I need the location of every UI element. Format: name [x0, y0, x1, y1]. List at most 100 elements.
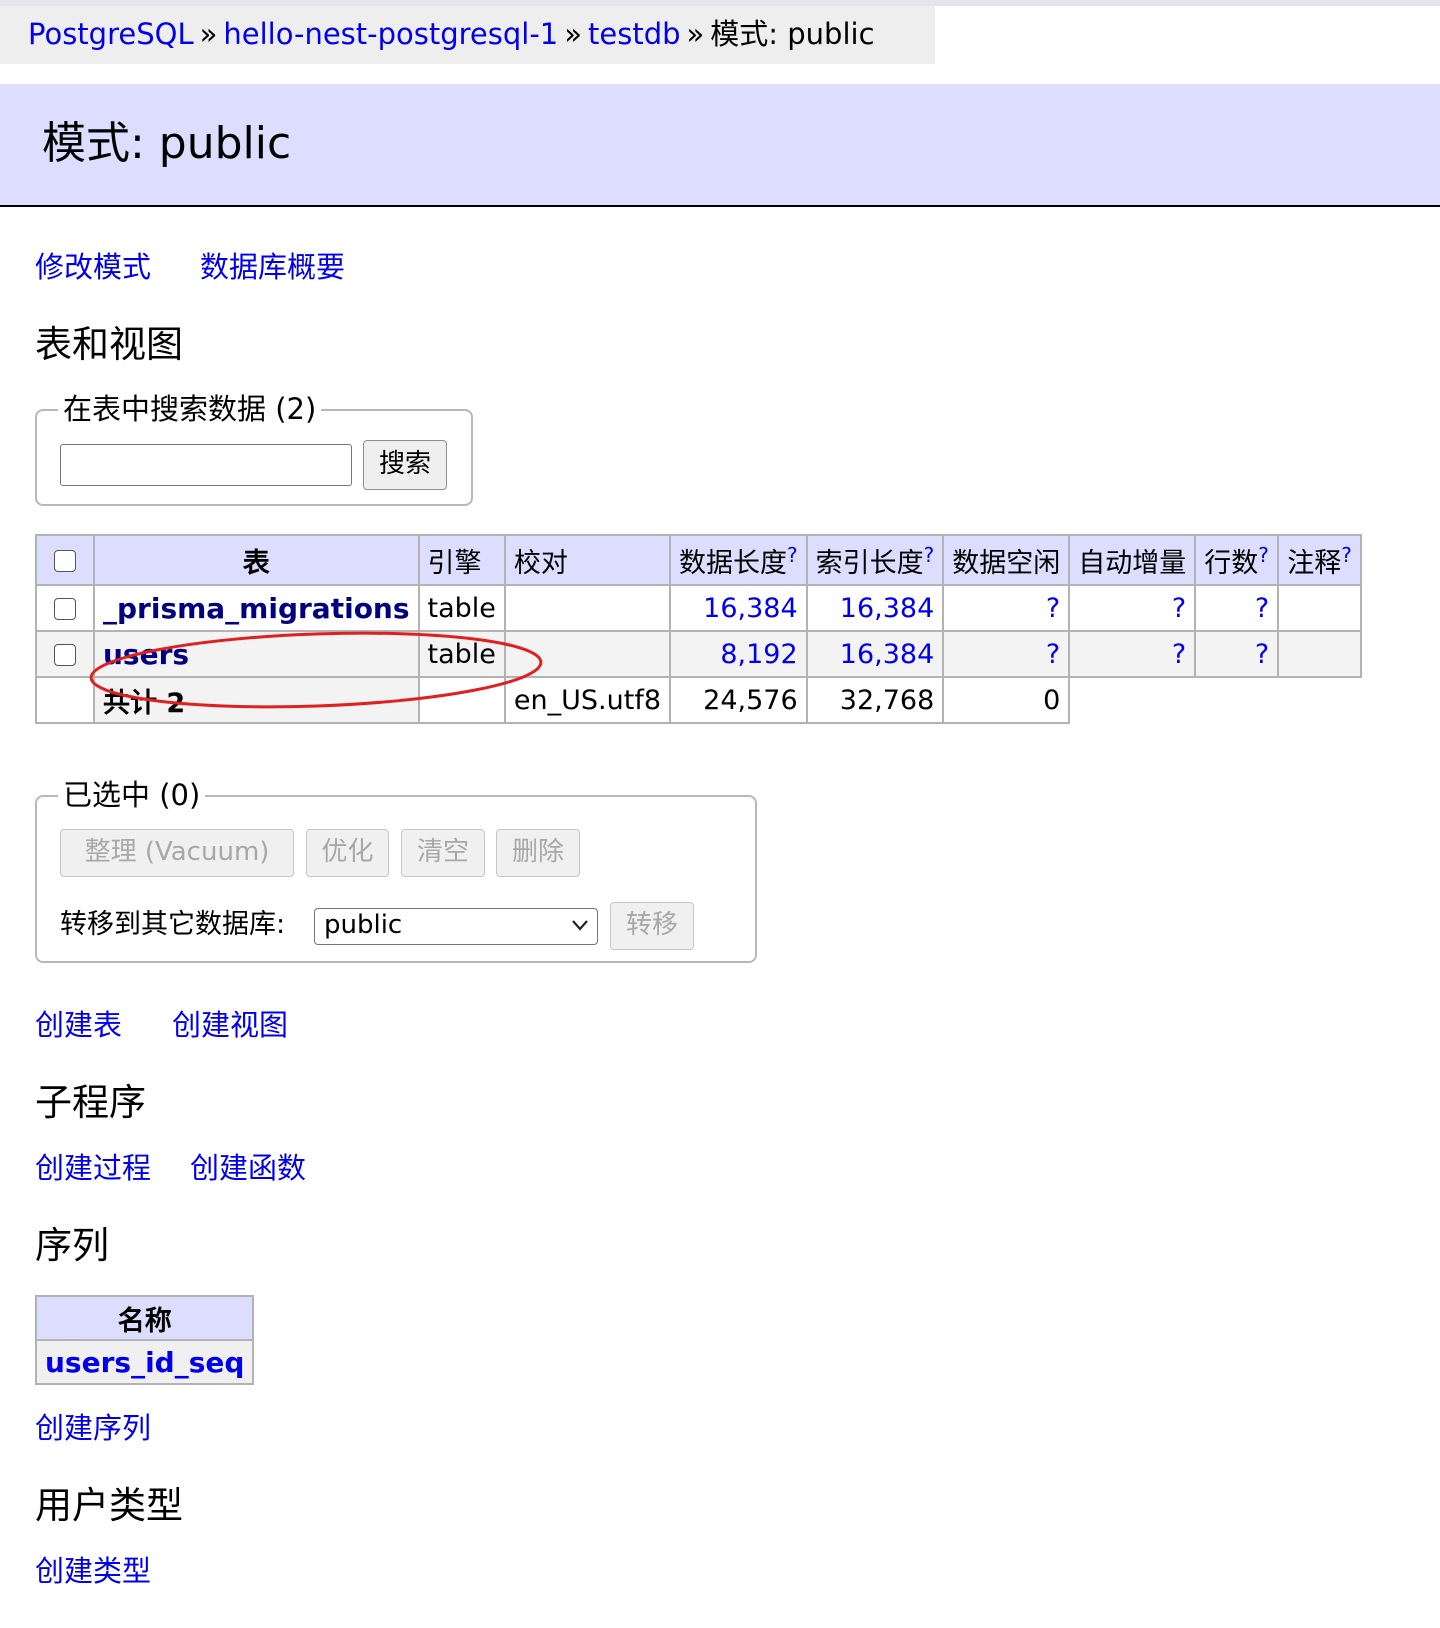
index-length-help-link[interactable]: ?: [924, 543, 935, 567]
move-database-value: public: [324, 910, 403, 940]
vacuum-button[interactable]: 整理 (Vacuum): [60, 829, 294, 877]
rows-link[interactable]: ?: [1255, 639, 1269, 670]
breadcrumb-separator: »: [564, 17, 583, 51]
rows-label: 行数: [1204, 547, 1259, 579]
table-row: _prisma_migrations table 16,384 16,384 ?…: [35, 584, 1363, 632]
create-sequence-link[interactable]: 创建序列: [35, 1408, 151, 1448]
total-label-cell: 共计 2: [93, 676, 420, 724]
column-header-table: 表: [93, 534, 420, 586]
auto-increment-cell: ?: [1068, 630, 1197, 678]
breadcrumb: PostgreSQL» hello-nest-postgresql-1» testd…: [0, 6, 935, 64]
rows-help-link[interactable]: ?: [1258, 543, 1269, 567]
index-length-label: 索引长度: [815, 547, 924, 579]
data-length-help-link[interactable]: ?: [787, 543, 798, 567]
table-name-link[interactable]: _prisma_migrations: [103, 592, 410, 625]
search-input[interactable]: [60, 444, 352, 486]
comment-help-link[interactable]: ?: [1341, 543, 1352, 567]
table-row: users table 8,192 16,384 ? ? ?: [35, 630, 1363, 678]
rows-link[interactable]: ?: [1255, 593, 1269, 624]
search-legend: 在表中搜索数据 (2): [58, 391, 322, 427]
title-bar: 模式: public: [0, 84, 1440, 207]
select-all-checkbox[interactable]: [54, 550, 76, 572]
total-empty-cell: [1278, 677, 1362, 723]
data-free-cell: ?: [942, 630, 1071, 678]
move-label: 转移到其它数据库:: [60, 909, 286, 940]
comment-label: 注释: [1287, 547, 1342, 579]
index-length-link[interactable]: 16,384: [840, 639, 934, 670]
search-button[interactable]: 搜索: [363, 440, 447, 490]
engine-cell: table: [417, 584, 506, 632]
sequence-name-link[interactable]: users_id_seq: [45, 1346, 244, 1379]
total-row: 共计 2 en_US.utf8 24,576 32,768 0: [35, 676, 1362, 724]
index-length-cell: 16,384: [805, 584, 945, 632]
table-name-cell: _prisma_migrations: [93, 584, 420, 632]
selected-legend: 已选中 (0): [58, 777, 206, 813]
user-types-heading: 用户类型: [35, 1484, 183, 1527]
breadcrumb-link-host[interactable]: hello-nest-postgresql-1: [223, 17, 558, 51]
column-header-data-free: 数据空闲: [942, 534, 1071, 586]
row-checkbox[interactable]: [54, 598, 76, 620]
rows-cell: ?: [1194, 630, 1280, 678]
create-function-link[interactable]: 创建函数: [190, 1148, 306, 1188]
sequences-table: 名称 users_id_seq: [34, 1295, 255, 1385]
total-label: 共计: [103, 687, 157, 719]
chevron-down-icon: [572, 920, 588, 931]
create-table-link[interactable]: 创建表: [35, 1005, 122, 1045]
data-free-link[interactable]: ?: [1046, 593, 1060, 624]
tables-heading: 表和视图: [35, 323, 183, 366]
row-checkbox-cell: [35, 630, 95, 678]
data-free-cell: ?: [942, 584, 1071, 632]
tables-table: 表 引擎 校对 数据长度? 索引长度? 数据空闲 自动增量 行数? 注释? _p…: [35, 534, 1363, 724]
move-database-select[interactable]: public: [314, 908, 598, 945]
create-view-link[interactable]: 创建视图: [172, 1005, 288, 1045]
data-free-link[interactable]: ?: [1046, 639, 1060, 670]
index-length-cell: 16,384: [805, 630, 945, 678]
truncate-button[interactable]: 清空: [401, 829, 485, 877]
comment-cell: [1277, 630, 1363, 678]
data-length-cell: 8,192: [669, 630, 808, 678]
data-length-link[interactable]: 16,384: [703, 593, 797, 624]
collation-cell: [503, 630, 672, 678]
column-header-comment: 注释?: [1277, 534, 1363, 586]
data-length-link[interactable]: 8,192: [720, 639, 797, 670]
total-blank-cell: [35, 676, 95, 724]
comment-cell: [1277, 584, 1363, 632]
total-count: 2: [166, 687, 186, 719]
auto-increment-link[interactable]: ?: [1172, 593, 1186, 624]
column-header-data-length: 数据长度?: [669, 534, 808, 586]
total-data-length-cell: 24,576: [669, 676, 808, 724]
select-all-cell: [35, 534, 95, 586]
database-schema-link[interactable]: 数据库概要: [200, 247, 345, 287]
auto-increment-cell: ?: [1068, 584, 1197, 632]
create-procedure-link[interactable]: 创建过程: [35, 1148, 151, 1188]
sequences-heading: 序列: [35, 1224, 109, 1267]
total-engine-cell: [417, 676, 506, 724]
row-checkbox-cell: [35, 584, 95, 632]
total-index-length-cell: 32,768: [805, 676, 945, 724]
data-length-cell: 16,384: [669, 584, 808, 632]
sequence-name-cell: users_id_seq: [34, 1339, 255, 1385]
sequence-row: users_id_seq: [34, 1339, 255, 1385]
column-header-rows: 行数?: [1194, 534, 1280, 586]
breadcrumb-separator: »: [686, 17, 705, 51]
row-checkbox[interactable]: [54, 644, 76, 666]
data-length-label: 数据长度: [679, 547, 788, 579]
index-length-link[interactable]: 16,384: [840, 593, 934, 624]
auto-increment-link[interactable]: ?: [1172, 639, 1186, 670]
move-button[interactable]: 转移: [610, 902, 694, 950]
drop-button[interactable]: 删除: [496, 829, 580, 877]
engine-cell: table: [417, 630, 506, 678]
breadcrumb-link-server[interactable]: PostgreSQL: [28, 17, 194, 51]
routines-heading: 子程序: [35, 1081, 146, 1124]
breadcrumb-separator: »: [199, 17, 218, 51]
breadcrumb-link-database[interactable]: testdb: [588, 17, 681, 51]
table-name-link[interactable]: users: [103, 638, 189, 671]
total-empty-cell: [1195, 677, 1279, 723]
total-empty-cell: [1069, 677, 1196, 723]
sequence-header-row: 名称: [34, 1295, 255, 1341]
table-header-row: 表 引擎 校对 数据长度? 索引长度? 数据空闲 自动增量 行数? 注释?: [35, 534, 1363, 586]
create-type-link[interactable]: 创建类型: [35, 1551, 151, 1591]
optimize-button[interactable]: 优化: [306, 829, 389, 877]
alter-schema-link[interactable]: 修改模式: [35, 247, 151, 287]
column-header-name: 名称: [34, 1295, 255, 1341]
